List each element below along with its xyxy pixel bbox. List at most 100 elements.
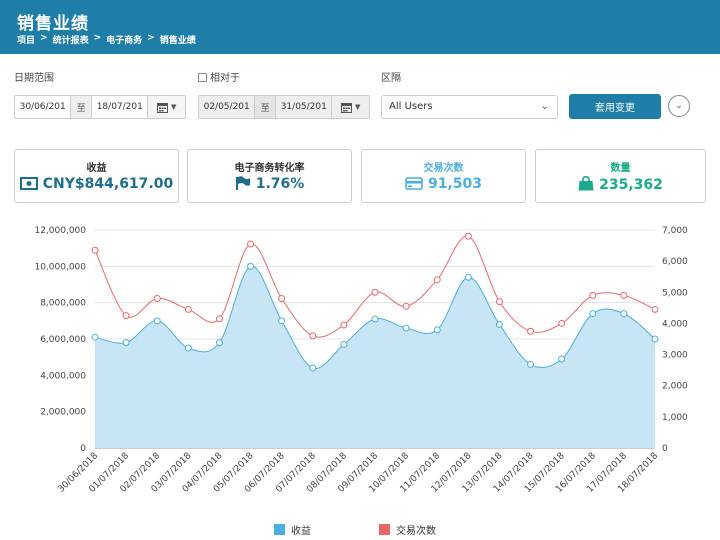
transactions-point (309, 332, 317, 340)
legend-item-transactions[interactable]: 交易次数 (379, 522, 436, 537)
compare-to-separator: 至 (254, 96, 277, 118)
y-right-tick-label: 6,000 (662, 257, 688, 267)
money-icon (19, 177, 38, 190)
y-right-tick-label: 5,000 (662, 288, 688, 298)
revenue-point (433, 326, 441, 334)
legend-swatch-transactions (379, 524, 390, 535)
expand-toggle-button[interactable]: ⌄ (668, 95, 690, 117)
transactions-point (184, 305, 192, 313)
legend-label-revenue: 收益 (291, 526, 311, 537)
caret-down-icon: ▼ (355, 103, 361, 111)
transactions-point (464, 232, 472, 240)
breadcrumb-item-stats[interactable]: 统计报表 (53, 33, 89, 46)
transactions-point (495, 298, 503, 306)
breadcrumb-item-sales: 销售业绩 (159, 36, 196, 46)
revenue-point (153, 317, 161, 325)
apply-changes-button[interactable]: 套用变更 (569, 94, 661, 119)
revenue-point (558, 355, 566, 363)
revenue-point (620, 310, 628, 318)
y-left-tick-label: 4,000,000 (40, 371, 86, 381)
y-left-tick-label: 10,000,000 (34, 262, 86, 272)
compare-label-text: 相对于 (210, 73, 240, 84)
revenue-transactions-chart: 0 2,000,000 4,000,000 6,000,000 8,000,000 10,… (34, 226, 688, 495)
breadcrumb: 项目 > 统计报表 > 电子商务 > 销售业绩 (17, 33, 196, 46)
breadcrumb-item-project[interactable]: 项目 (17, 33, 35, 46)
y-right-tick-label: 2,000 (662, 382, 688, 392)
revenue-point (495, 320, 503, 328)
transactions-point (402, 302, 410, 310)
revenue-point (464, 273, 472, 281)
chevron-down-icon: ⌄ (675, 101, 683, 111)
y-right-tick-label: 4,000 (662, 319, 688, 329)
transactions-point (433, 276, 441, 284)
breadcrumb-separator: > (93, 33, 102, 43)
shopping-bag-icon (578, 176, 594, 191)
y-right-tick-label: 0 (662, 444, 668, 454)
transactions-point (651, 305, 659, 313)
calendar-dropdown-button[interactable]: ▼ (147, 96, 185, 118)
breadcrumb-item-ecommerce[interactable]: 电子商务 (106, 33, 142, 46)
transactions-point (558, 319, 566, 327)
compare-calendar-dropdown-button[interactable]: ▼ (331, 96, 369, 118)
calendar-icon (341, 102, 353, 113)
revenue-point (371, 315, 379, 323)
kpi-card-revenue: 收益 CNY$844,617.00 (14, 149, 179, 203)
transactions-point (215, 315, 223, 323)
page-header: 销售业绩 项目 > 统计报表 > 电子商务 > 销售业绩 (0, 0, 720, 54)
credit-card-icon (405, 177, 423, 190)
page-title: 销售业绩 (17, 14, 89, 34)
kpi-title: 收益 (86, 163, 107, 174)
compare-to-date-input[interactable]: 31/05/201 (276, 96, 332, 118)
transactions-point (340, 321, 348, 329)
transactions-point (153, 295, 161, 303)
y-right-tick-label: 3,000 (662, 351, 688, 361)
kpi-value-text: 91,503 (427, 176, 483, 192)
y-left-tick-label: 2,000,000 (40, 408, 86, 418)
kpi-value: 1.76% (188, 176, 351, 192)
kpi-value: CNY$844,617.00 (15, 176, 178, 192)
revenue-point (309, 364, 317, 372)
y-left-tick-label: 8,000,000 (40, 299, 86, 309)
to-date-input[interactable]: 18/07/201 (92, 96, 147, 118)
revenue-point (527, 360, 535, 368)
y-right-tick-label: 7,000 (662, 226, 688, 236)
interval-label: 区隔 (381, 73, 401, 84)
caret-down-icon: ▼ (171, 103, 177, 111)
kpi-card-quantity: 数量 235,362 (535, 149, 706, 203)
kpi-title: 交易次数 (423, 163, 464, 174)
breadcrumb-separator: > (40, 33, 48, 43)
revenue-point (278, 317, 286, 325)
revenue-point (91, 333, 99, 341)
transactions-point (122, 312, 130, 320)
kpi-card-conversion: 电子商务转化率 1.76% (187, 149, 352, 203)
segment-select[interactable]: All Users ⌄ (381, 95, 558, 119)
kpi-card-transactions: 交易次数 91,503 (361, 149, 526, 203)
transactions-point (527, 327, 535, 335)
transactions-point (620, 291, 628, 299)
compare-label: 相对于 (198, 69, 240, 84)
y-left-tick-label: 6,000,000 (40, 335, 86, 345)
revenue-point (340, 340, 348, 348)
transactions-point (371, 288, 379, 296)
transactions-point (91, 246, 99, 254)
kpi-value: 91,503 (362, 176, 525, 192)
chevron-down-icon: ⌄ (540, 101, 549, 112)
from-date-input[interactable]: 30/06/201 (15, 96, 70, 118)
date-range-picker: 30/06/201 至 18/07/201 ▼ (14, 95, 186, 119)
to-separator: 至 (70, 96, 93, 118)
y-left-tick-label: 0 (80, 444, 86, 454)
y-right-tick-label: 1,000 (662, 413, 688, 423)
y-left-tick-label: 12,000,000 (34, 226, 86, 236)
revenue-point (122, 339, 130, 347)
kpi-title: 电子商务转化率 (234, 163, 305, 174)
transactions-point (278, 295, 286, 303)
transactions-point (247, 240, 255, 248)
compare-checkbox[interactable] (198, 73, 207, 82)
kpi-value-text: 235,362 (599, 177, 663, 193)
legend-item-revenue[interactable]: 收益 (274, 522, 311, 537)
compare-from-date-input[interactable]: 02/05/201 (199, 96, 255, 118)
revenue-point (651, 335, 659, 343)
calendar-icon (157, 102, 169, 113)
kpi-value-text: CNY$844,617.00 (42, 176, 174, 192)
segment-select-value: All Users (389, 101, 433, 112)
